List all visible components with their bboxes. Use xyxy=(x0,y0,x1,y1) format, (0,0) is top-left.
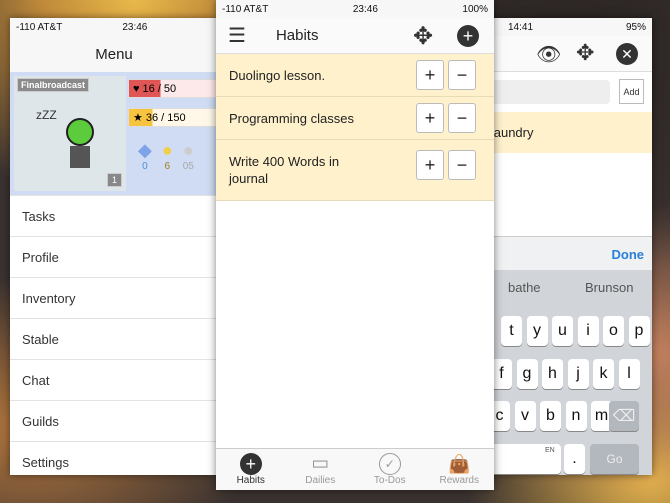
key[interactable]: h xyxy=(542,359,563,389)
move-icon[interactable]: ✥ xyxy=(413,22,433,51)
suggestion[interactable]: bathe xyxy=(508,280,541,295)
key[interactable]: y xyxy=(526,316,548,346)
habit-item[interactable]: Programming classes + − xyxy=(216,97,494,140)
silver: ● 05 xyxy=(182,140,194,172)
suggestion[interactable]: Brunson xyxy=(585,280,633,295)
key[interactable]: n xyxy=(565,401,587,431)
shopping-bag-icon: 👜 xyxy=(448,454,471,474)
task-input[interactable] xyxy=(478,80,610,104)
menu-item-chat[interactable]: Chat xyxy=(10,359,218,400)
plus-button[interactable]: + xyxy=(416,150,444,180)
key[interactable]: o xyxy=(603,316,624,346)
calendar-icon: ▭ xyxy=(311,453,330,474)
menu-list: Tasks Profile Inventory Stable Chat Guil… xyxy=(10,195,218,475)
key[interactable]: v xyxy=(514,401,536,431)
page-title: Menu xyxy=(10,36,218,72)
key[interactable]: g xyxy=(516,359,538,389)
gems: ◆ 0 xyxy=(138,140,152,172)
hide-eye-icon[interactable]: 👁 xyxy=(536,42,561,67)
menu-item-settings[interactable]: Settings xyxy=(10,441,218,475)
key[interactable]: j xyxy=(567,359,589,389)
menu-screen: -110 AT&T 23:46 Menu Finalbroadcast zZZ 1… xyxy=(10,18,218,475)
keyboard: t y u i o p f g h j k l c v b n m ⌫ EN. Go xyxy=(478,304,652,475)
done-button[interactable]: Done xyxy=(478,236,652,270)
avatar-head-icon xyxy=(66,118,94,146)
todo-edit-screen: 14:41 95% 👁 ✥ ✕ Add n laundry Done bathe … xyxy=(478,18,652,475)
checkmark-circle-icon: ✓ xyxy=(378,453,401,475)
gold: ● 6 xyxy=(161,140,173,172)
period-key[interactable]: . xyxy=(564,444,585,474)
key[interactable]: b xyxy=(540,401,561,431)
go-key[interactable]: Go xyxy=(590,444,639,474)
menu-item-tasks[interactable]: Tasks xyxy=(10,195,218,236)
username: Finalbroadcast xyxy=(17,78,90,92)
tab-dailies[interactable]: ▭ Dailies xyxy=(286,449,356,490)
tab-bar: + Habits ▭ Dailies ✓ To-Dos 👜 Rewards xyxy=(216,448,494,490)
avatar[interactable]: Finalbroadcast zZZ 1 xyxy=(14,76,126,191)
menu-item-profile[interactable]: Profile xyxy=(10,236,218,277)
key[interactable]: i xyxy=(577,316,599,346)
health-bar: ♥ 16 / 50 xyxy=(128,79,218,98)
silver-coin-icon: ● xyxy=(182,140,194,160)
page-title: Habits xyxy=(275,27,319,44)
habits-screen: -110 AT&T 23:46 100% ☰ Habits ✥ + Duolingo… xyxy=(216,0,494,490)
habit-list: Duolingo lesson. + − Programming classes + −… xyxy=(216,54,494,201)
tab-rewards[interactable]: 👜 Rewards xyxy=(425,449,495,490)
move-icon[interactable]: ✥ xyxy=(576,40,594,66)
plus-circle-icon: + xyxy=(239,453,262,475)
tab-todos[interactable]: ✓ To-Dos xyxy=(355,449,425,490)
plus-button[interactable]: + xyxy=(416,60,444,90)
key[interactable]: k xyxy=(593,359,614,389)
key[interactable]: l xyxy=(618,359,640,389)
language-label: EN xyxy=(545,447,555,454)
status-bar: -110 AT&T 23:46 xyxy=(10,18,218,36)
key[interactable]: f xyxy=(491,359,512,389)
tab-habits[interactable]: + Habits xyxy=(216,449,286,490)
avatar-body-icon xyxy=(70,146,90,168)
add-button[interactable]: Add xyxy=(619,79,644,104)
plus-button[interactable]: + xyxy=(416,103,444,133)
minus-button[interactable]: − xyxy=(448,103,476,133)
hamburger-menu-icon[interactable]: ☰ xyxy=(228,23,246,48)
add-habit-icon[interactable]: + xyxy=(457,25,479,47)
habit-item[interactable]: Write 400 Words in journal + − xyxy=(216,140,494,201)
key[interactable]: t xyxy=(501,316,522,346)
key[interactable]: p xyxy=(628,316,650,346)
todo-item[interactable]: n laundry xyxy=(478,112,652,153)
gem-icon: ◆ xyxy=(138,140,152,160)
minus-button[interactable]: − xyxy=(448,60,476,90)
sleep-indicator: zZZ xyxy=(36,108,57,122)
experience-bar: ★ 36 / 150 xyxy=(128,108,218,127)
menu-item-inventory[interactable]: Inventory xyxy=(10,277,218,318)
minus-button[interactable]: − xyxy=(448,150,476,180)
backspace-key[interactable]: ⌫ xyxy=(609,401,639,431)
key[interactable]: u xyxy=(552,316,573,346)
habit-item[interactable]: Duolingo lesson. + − xyxy=(216,54,494,97)
menu-item-guilds[interactable]: Guilds xyxy=(10,400,218,441)
close-icon[interactable]: ✕ xyxy=(616,43,638,65)
profile-panel: Finalbroadcast zZZ 1 ♥ 16 / 50 ★ 36 / 150 … xyxy=(10,72,218,195)
menu-item-stable[interactable]: Stable xyxy=(10,318,218,359)
gold-coin-icon: ● xyxy=(161,140,173,160)
level-badge: 1 xyxy=(106,173,122,187)
